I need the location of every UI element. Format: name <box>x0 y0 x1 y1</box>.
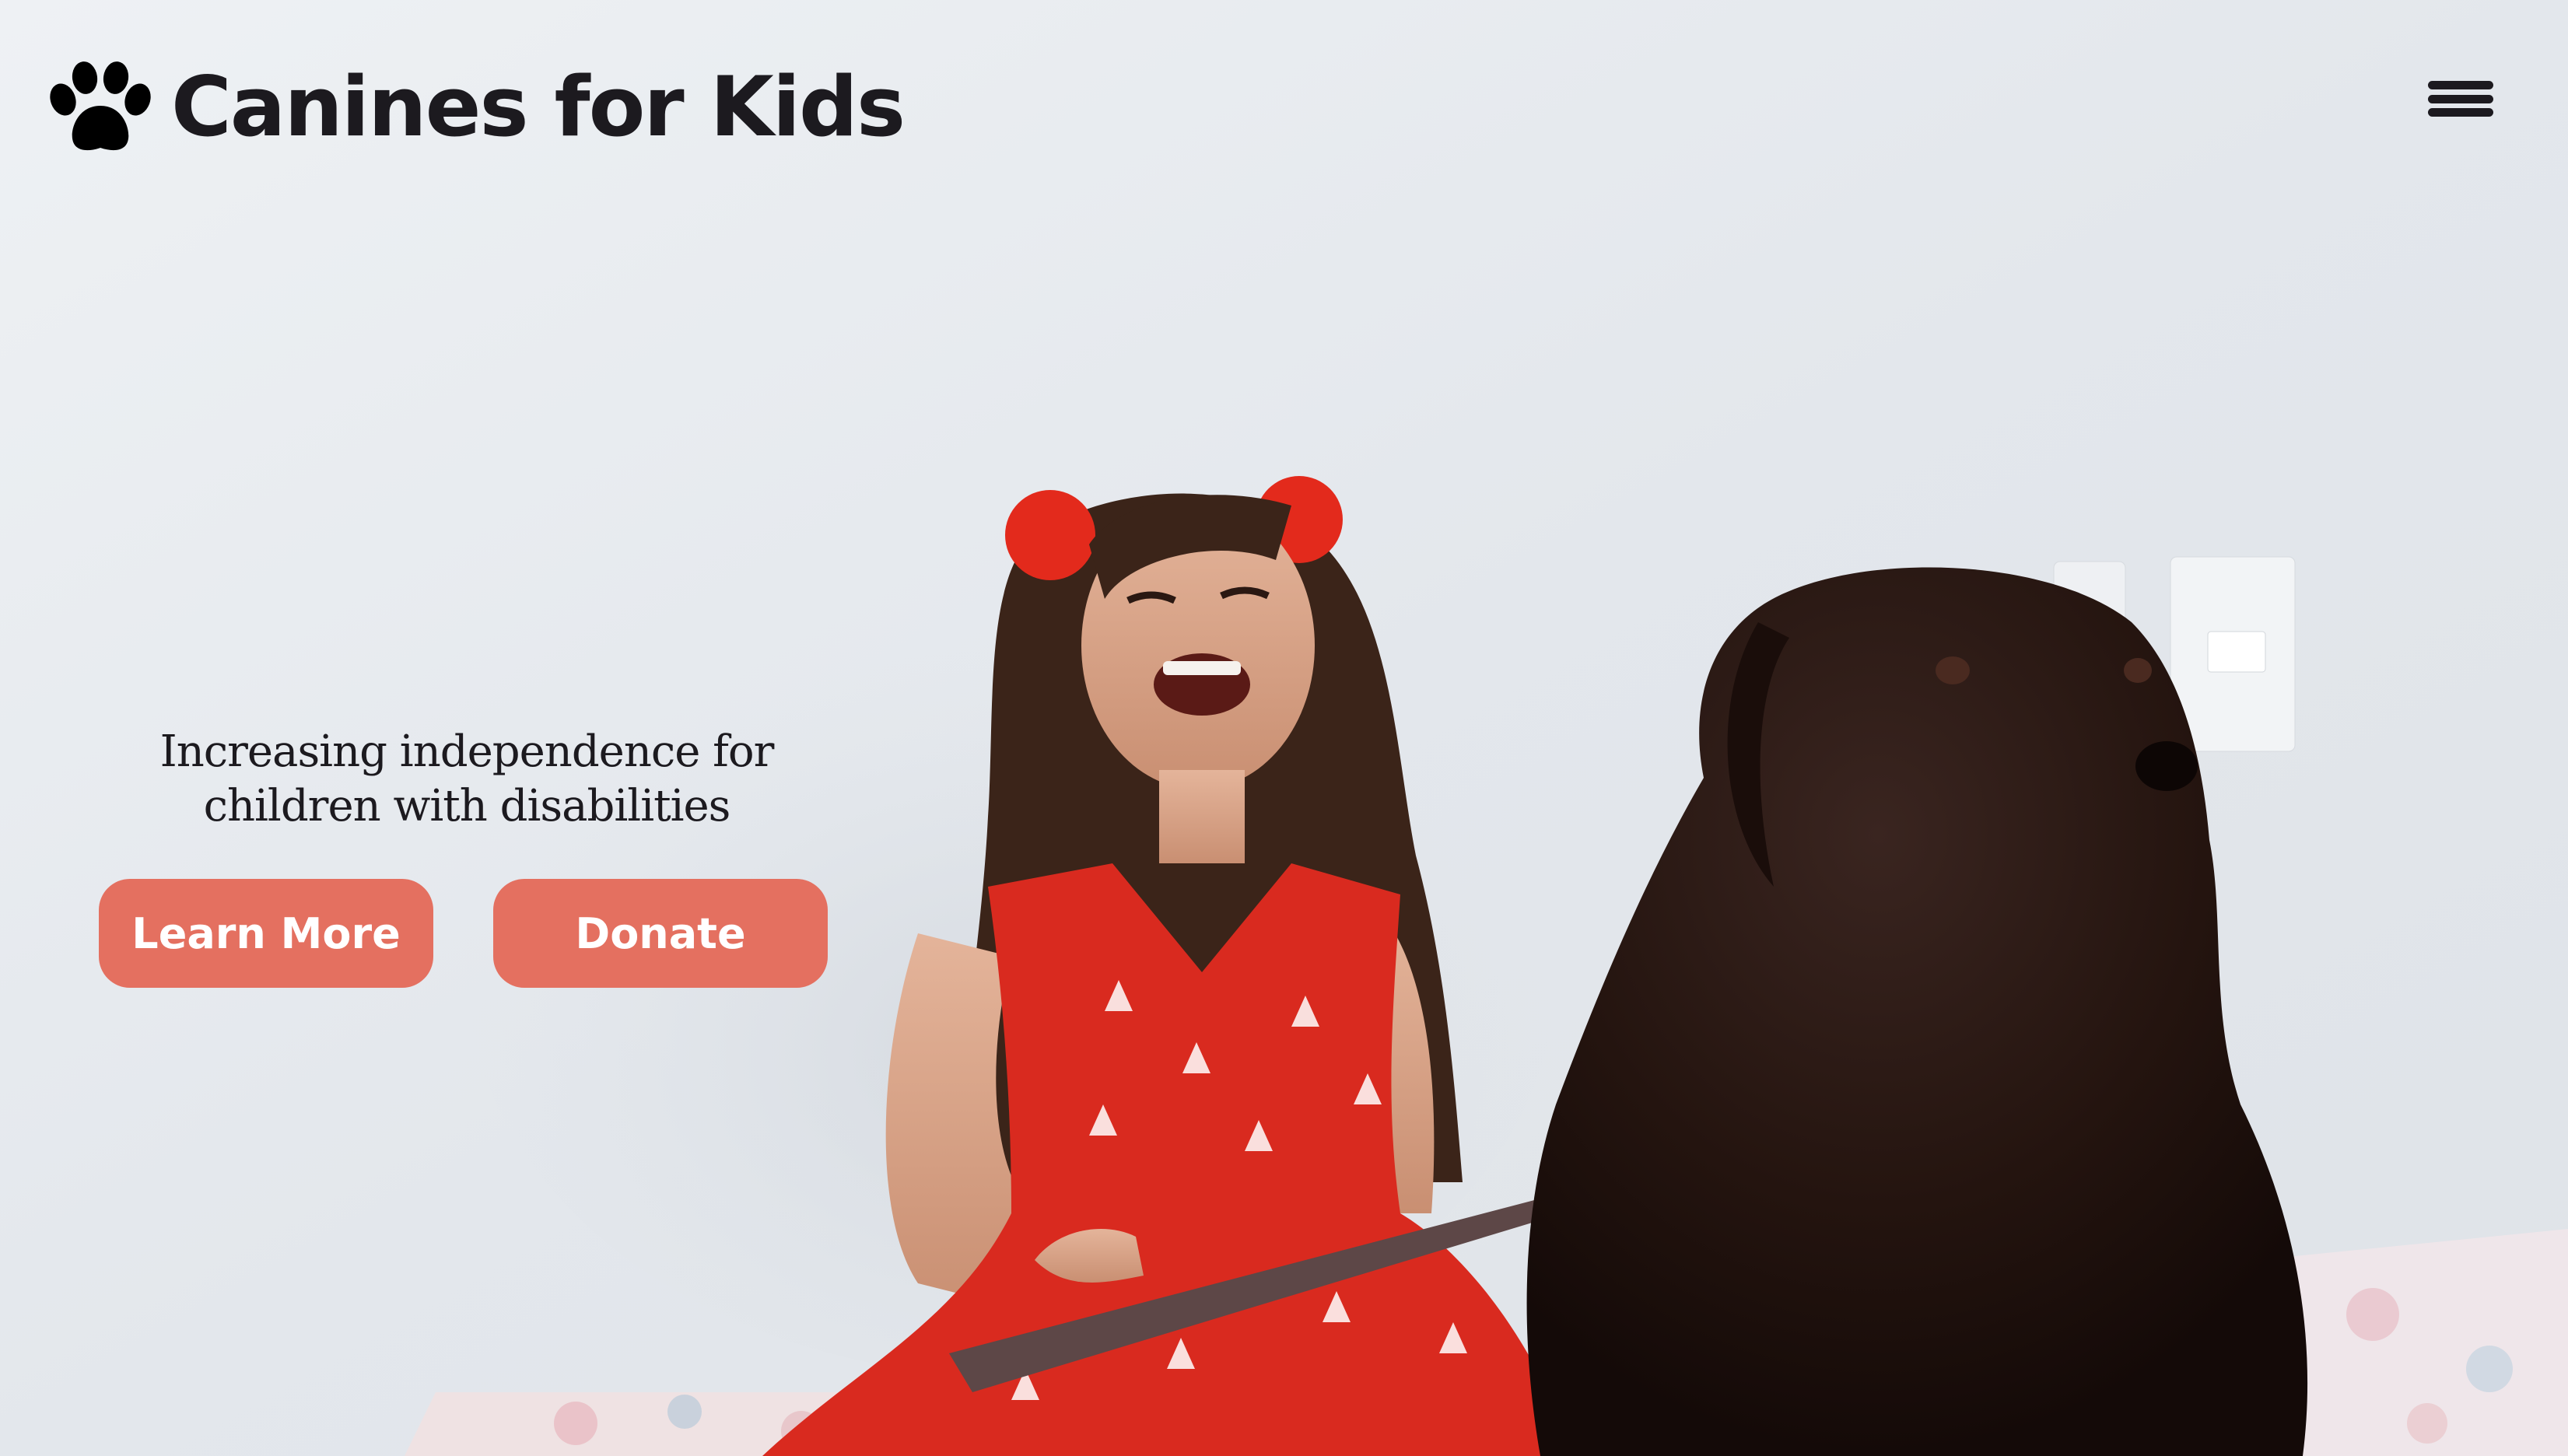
red-pompom-left <box>1005 490 1095 580</box>
hamburger-menu-icon[interactable] <box>2428 81 2493 117</box>
learn-more-label: Learn More <box>131 908 401 958</box>
donate-button[interactable]: Donate <box>493 879 828 988</box>
tagline-line-2: children with disabilities <box>203 781 731 831</box>
donate-label: Donate <box>575 908 746 958</box>
learn-more-button[interactable]: Learn More <box>99 879 433 988</box>
hero-tagline: Increasing independence for children wit… <box>140 725 794 834</box>
brand-logo[interactable]: Canines for Kids <box>45 59 906 155</box>
dog-nose <box>2135 741 2198 791</box>
brand-name: Canines for Kids <box>171 59 906 155</box>
dog-eye-right <box>2124 658 2152 683</box>
tagline-line-1: Increasing independence for <box>159 726 775 777</box>
paw-print-icon <box>50 61 151 151</box>
dog-eye-left <box>1936 656 1970 684</box>
